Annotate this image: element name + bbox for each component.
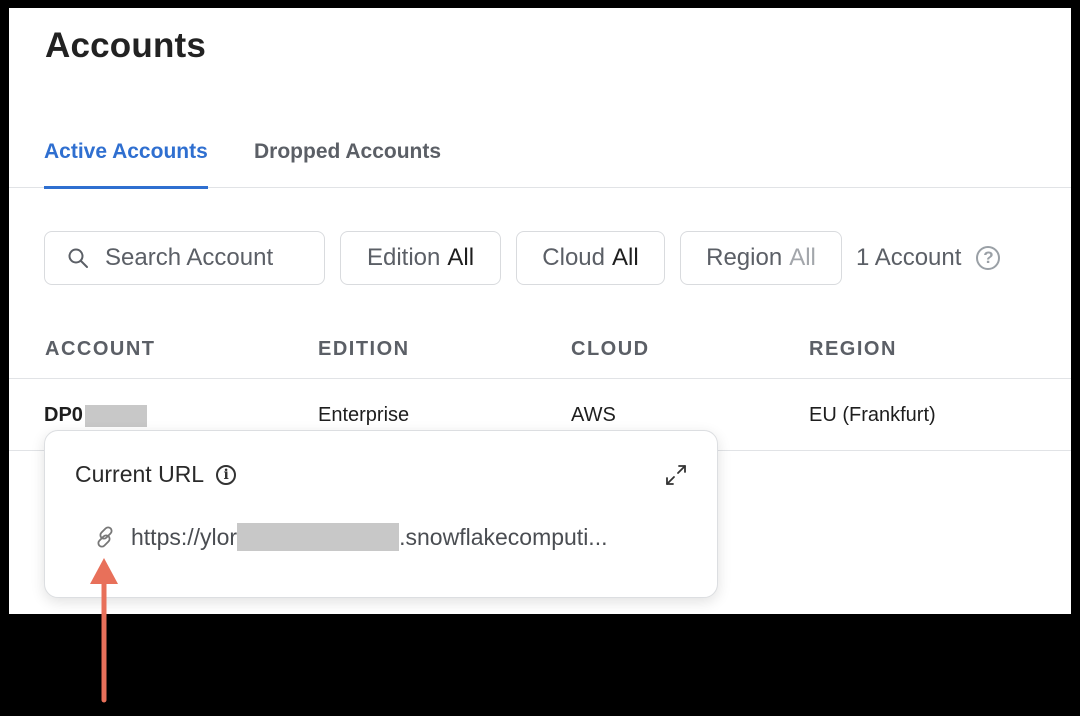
redacted-url-block bbox=[237, 523, 400, 551]
help-icon[interactable]: ? bbox=[976, 246, 1001, 270]
link-icon[interactable] bbox=[93, 525, 117, 549]
search-icon bbox=[68, 248, 88, 268]
region-cell: EU (Frankfurt) bbox=[809, 404, 936, 426]
edition-filter-value: All bbox=[447, 244, 475, 271]
account-count: 1 Account ? bbox=[856, 244, 1001, 272]
account-name: DP0 bbox=[44, 404, 83, 426]
popover-title: Current URL i bbox=[75, 461, 237, 488]
cloud-filter-value: All bbox=[612, 244, 639, 271]
column-header-region[interactable]: REGION bbox=[809, 338, 897, 361]
search-input[interactable] bbox=[103, 243, 307, 273]
url-prefix: https://ylor bbox=[131, 523, 238, 550]
edition-filter-button[interactable]: Edition All bbox=[340, 231, 501, 285]
tab-active-accounts[interactable]: Active Accounts bbox=[44, 140, 208, 189]
info-icon[interactable]: i bbox=[216, 464, 237, 485]
edition-cell: Enterprise bbox=[318, 404, 410, 426]
edition-filter-label: Edition bbox=[366, 244, 441, 271]
current-url-popover: Current URL i https://ylor .snowflakecom… bbox=[44, 430, 718, 598]
search-box[interactable] bbox=[44, 231, 325, 285]
tab-bar: Active Accounts Dropped Accounts bbox=[9, 128, 1071, 189]
cloud-filter-label: Cloud bbox=[542, 244, 606, 271]
redacted-block bbox=[84, 404, 147, 427]
column-header-edition[interactable]: EDITION bbox=[318, 338, 410, 361]
url-suffix: .snowflakecomputi... bbox=[399, 523, 608, 550]
region-filter-value: All bbox=[789, 244, 816, 271]
column-header-account[interactable]: ACCOUNT bbox=[45, 338, 156, 361]
region-filter-button[interactable]: Region All bbox=[680, 231, 842, 285]
header-divider bbox=[9, 378, 1071, 379]
account-cell[interactable]: DP0 bbox=[44, 404, 147, 427]
cloud-filter-button[interactable]: Cloud All bbox=[516, 231, 665, 285]
current-url-link[interactable]: https://ylor .snowflakecomputi... bbox=[93, 523, 607, 551]
expand-icon[interactable] bbox=[663, 462, 689, 488]
cloud-cell: AWS bbox=[571, 404, 616, 426]
popover-title-text: Current URL bbox=[75, 461, 205, 487]
region-filter-label: Region bbox=[706, 244, 783, 271]
tab-dropped-accounts[interactable]: Dropped Accounts bbox=[254, 140, 441, 186]
account-count-text: 1 Account bbox=[856, 244, 962, 271]
arrow-up-annotation bbox=[90, 558, 118, 703]
page-title: Accounts bbox=[45, 26, 207, 65]
column-header-cloud[interactable]: CLOUD bbox=[571, 338, 650, 361]
